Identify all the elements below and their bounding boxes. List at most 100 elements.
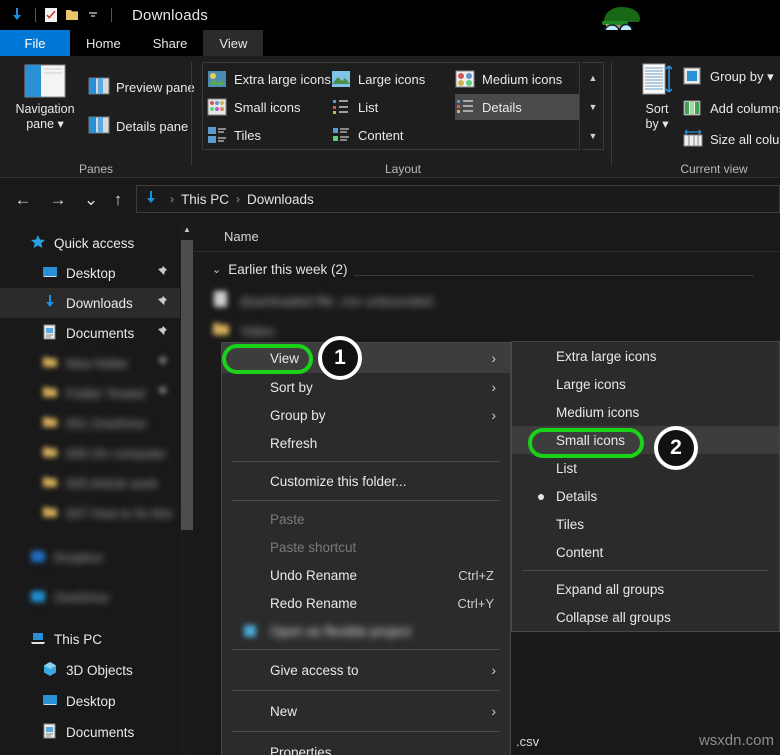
layout-content[interactable]: Content <box>331 122 453 148</box>
gallery-scroll-up[interactable]: ▲ <box>582 63 604 92</box>
navigation-pane-button[interactable]: Navigation pane ▾ <box>10 62 80 132</box>
sidebar-item-blurred-1[interactable]: New folder <box>0 348 180 378</box>
tab-file[interactable]: File <box>0 30 70 56</box>
group-header-earlier-this-week[interactable]: ⌄ Earlier this week (2) <box>212 262 348 277</box>
sidebar-item-desktop[interactable]: Desktop <box>0 258 180 288</box>
layout-extra-large-icons[interactable]: Extra large icons <box>207 66 337 92</box>
menu-item-give-access-to[interactable]: Give access to › <box>222 654 510 686</box>
pin-icon[interactable] <box>154 325 168 341</box>
list-item[interactable]: downloaded file .csv unbounded <box>212 290 433 313</box>
tab-view[interactable]: View <box>203 30 263 56</box>
layout-list[interactable]: List <box>331 94 453 120</box>
forward-button[interactable]: → <box>45 188 71 212</box>
sidebar-label-blurred-2: Folder Tested <box>66 386 145 401</box>
layout-tiles[interactable]: Tiles <box>207 122 337 148</box>
submenu-item-medium-icons[interactable]: Medium icons <box>512 398 779 426</box>
sidebar-item-blurred-6[interactable]: 007 How to fix this <box>0 498 180 528</box>
submenu-item-expand-all-groups[interactable]: Expand all groups <box>512 575 779 603</box>
submenu-item-tiles[interactable]: Tiles <box>512 510 779 538</box>
sort-by-icon <box>634 62 680 100</box>
menu-item-refresh[interactable]: Refresh <box>222 429 510 457</box>
submenu-expand-all-label: Expand all groups <box>556 582 664 597</box>
menu-item-properties[interactable]: Properties <box>222 736 510 755</box>
sidebar-item-blurred-4[interactable]: 006 On computer <box>0 438 180 468</box>
layout-details[interactable]: Details <box>455 94 579 120</box>
sidebar-item-documents-2[interactable]: Documents <box>0 717 180 747</box>
back-button[interactable]: ← <box>10 188 36 212</box>
layout-medium-icons-label: Medium icons <box>482 72 562 87</box>
sidebar-item-blurred-3[interactable]: 001 OneDrive <box>0 408 180 438</box>
sidebar-item-blurred-8[interactable]: OneDrive <box>0 582 180 612</box>
layout-small-icons-label: Small icons <box>234 100 300 115</box>
sidebar-item-documents[interactable]: Documents <box>0 318 180 348</box>
submenu-item-large-icons[interactable]: Large icons <box>512 370 779 398</box>
properties-icon[interactable] <box>42 6 60 24</box>
menu-item-give-access-label: Give access to <box>270 663 359 678</box>
sidebar-item-blurred-5[interactable]: 005 Article work <box>0 468 180 498</box>
preview-pane-button[interactable]: Preview pane <box>88 74 195 100</box>
list-icon <box>331 98 351 116</box>
sidebar-item-3d-objects[interactable]: 3D Objects <box>0 655 180 685</box>
star-icon <box>30 234 48 252</box>
ribbon-group-current-view: Sort by ▾ Group by ▾ Add columns ▾ Size … <box>614 56 780 178</box>
menu-item-group-by[interactable]: Group by › <box>222 401 510 429</box>
submenu-collapse-all-label: Collapse all groups <box>556 610 671 625</box>
breadcrumb-downloads[interactable]: Downloads <box>247 192 314 207</box>
scroll-up-arrow-icon[interactable]: ▲ <box>180 222 194 238</box>
menu-item-customize-this-folder[interactable]: Customize this folder... <box>222 466 510 496</box>
sidebar-item-this-pc[interactable]: This PC <box>0 624 180 654</box>
submenu-item-list[interactable]: List <box>512 454 779 482</box>
menu-item-blurred[interactable]: Open as flexible project <box>222 617 510 645</box>
customize-dropdown-icon[interactable] <box>84 6 102 24</box>
submenu-item-content[interactable]: Content <box>512 538 779 566</box>
sidebar-label-blurred-8: OneDrive <box>54 590 109 605</box>
group-by-button[interactable]: Group by ▾ <box>682 64 774 90</box>
details-pane-button[interactable]: Details pane <box>88 113 188 139</box>
pin-icon[interactable] <box>154 295 168 311</box>
layout-small-icons[interactable]: Small icons <box>207 94 337 120</box>
app-icon <box>242 623 258 644</box>
sidebar-item-desktop-2[interactable]: Desktop <box>0 686 180 716</box>
folder-icon <box>42 474 60 492</box>
layout-medium-icons[interactable]: Medium icons <box>455 66 579 92</box>
menu-item-undo-rename[interactable]: Undo Rename Ctrl+Z <box>222 561 510 589</box>
new-folder-icon[interactable] <box>63 6 81 24</box>
size-all-columns-button[interactable]: Size all column <box>682 126 780 152</box>
sidebar-label-blurred-5: 005 Article work <box>66 476 158 491</box>
gallery-expand[interactable]: ▼ <box>582 121 604 150</box>
navigation-pane-scrollbar[interactable]: ▲ <box>180 222 194 755</box>
layout-large-icons[interactable]: Large icons <box>331 66 453 92</box>
sidebar-item-downloads[interactable]: Downloads <box>0 288 180 318</box>
recent-locations-button[interactable]: ⌄ <box>78 188 104 212</box>
sidebar-item-blurred-2[interactable]: Folder Tested <box>0 378 180 408</box>
menu-item-sort-by[interactable]: Sort by › <box>222 373 510 401</box>
tab-share[interactable]: Share <box>137 30 204 56</box>
sidebar-item-quick-access[interactable]: Quick access <box>0 228 180 258</box>
sidebar-item-blurred-7[interactable]: Dropbox <box>0 542 180 572</box>
column-header-name[interactable]: Name <box>224 229 259 244</box>
address-breadcrumb-field[interactable]: › This PC › Downloads <box>136 185 780 213</box>
menu-item-paste-label: Paste <box>270 512 305 527</box>
up-button[interactable]: ↑ <box>105 188 131 212</box>
submenu-separator <box>522 570 769 571</box>
column-header-row[interactable]: Name <box>194 222 780 252</box>
menu-item-new[interactable]: New › <box>222 695 510 727</box>
tab-home[interactable]: Home <box>70 30 137 56</box>
breadcrumb-this-pc[interactable]: This PC <box>181 192 229 207</box>
submenu-item-extra-large-icons[interactable]: Extra large icons <box>512 342 779 370</box>
menu-item-redo-rename[interactable]: Redo Rename Ctrl+Y <box>222 589 510 617</box>
gallery-scroll-down[interactable]: ▼ <box>582 92 604 121</box>
scrollbar-thumb[interactable] <box>181 240 193 530</box>
pin-icon[interactable] <box>154 265 168 281</box>
chevron-down-icon[interactable]: ⌄ <box>212 263 221 276</box>
list-item[interactable]: Video <box>212 320 274 343</box>
submenu-item-collapse-all-groups[interactable]: Collapse all groups <box>512 603 779 631</box>
layout-gallery-scroll[interactable]: ▲ ▼ ▼ <box>582 62 604 150</box>
submenu-item-details[interactable]: Details <box>512 482 779 510</box>
tab-home-label: Home <box>86 36 121 51</box>
pin-icon[interactable] <box>154 385 168 401</box>
sidebar-label-blurred-6: 007 How to fix this <box>66 506 172 521</box>
add-columns-button[interactable]: Add columns ▾ <box>682 96 780 122</box>
pin-icon[interactable] <box>154 355 168 371</box>
download-arrow-icon[interactable] <box>8 6 26 24</box>
